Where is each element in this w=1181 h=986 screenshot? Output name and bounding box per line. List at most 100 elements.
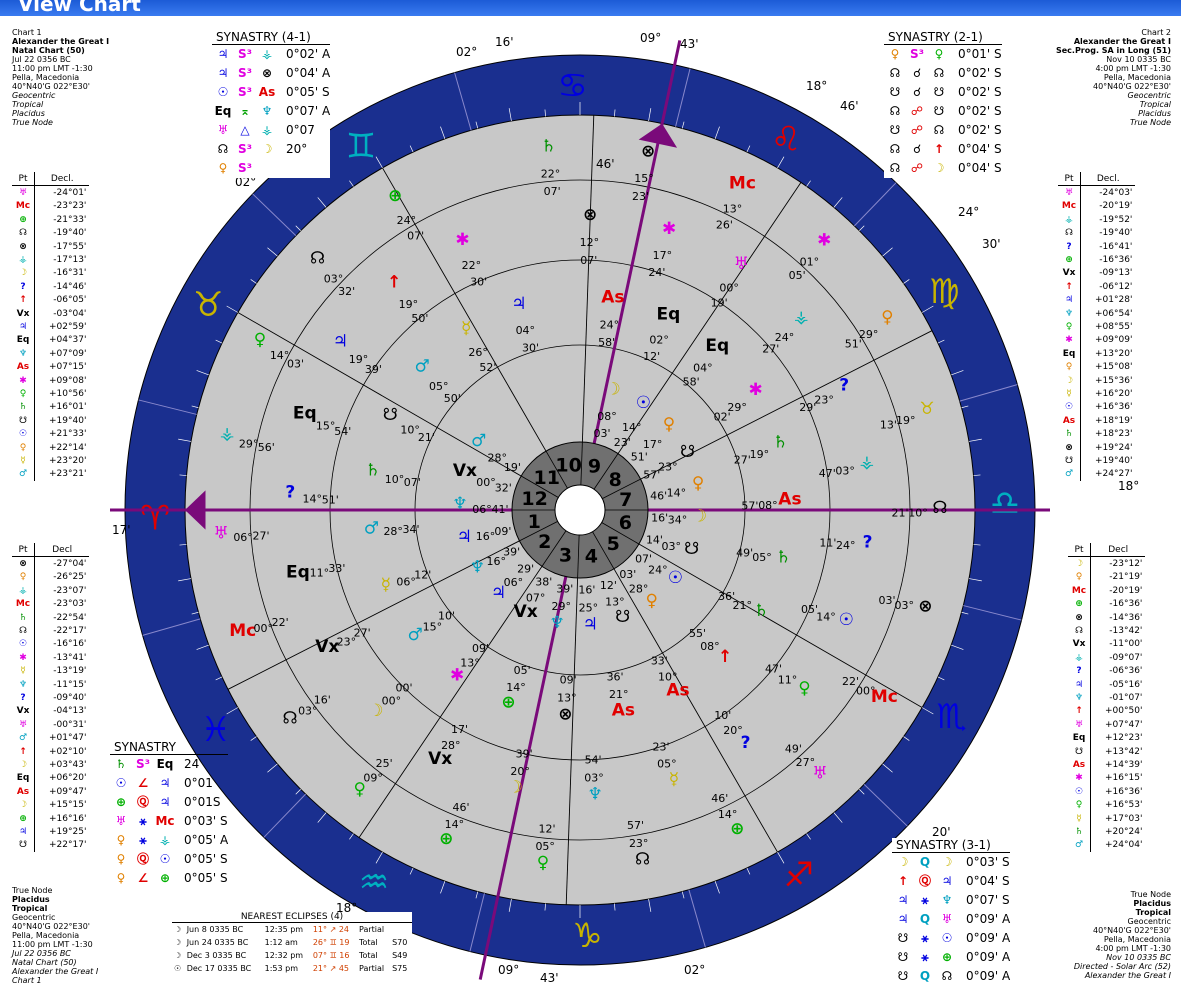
planet-minutes: 05' [789,269,806,282]
planet-glyph: ☋ [897,931,909,945]
planet-glyph: Vx [453,461,477,481]
planet-glyph: ☋ [933,104,945,118]
planet-degree: 05° [752,551,772,564]
planet-minutes: 03' [619,568,636,581]
planet-minutes: 16' [314,694,331,707]
planet-degree: 26° [468,346,488,359]
planet-glyph: ☽ [508,778,523,798]
planet-glyph: ⊕ [941,950,953,964]
planet-minutes: 07' [580,254,597,267]
planet-degree: 13° [723,202,743,215]
orb-value: 0°02' S [958,85,1002,99]
planet-glyph: ↑ [933,142,945,156]
planet-glyph: ♅ [734,254,749,274]
planet-degree: 14° [506,681,526,694]
zodiac-sign-glyph: ♉ [193,285,223,325]
eclipse-saros: S70 [392,938,408,947]
planet-glyph: ♉ [919,399,934,419]
planet-degree: 14° [816,610,836,623]
planet-glyph: ♄ [754,601,769,621]
eclipse-type: Total [358,938,378,947]
planet-degree: 02° [649,333,669,346]
aspect-glyph: S³ [910,47,924,61]
planet-degree: 14° [718,808,738,821]
planet-glyph: ☊ [889,161,901,175]
planet-minutes: 49' [785,742,802,755]
orb-value: 0°09' A [966,969,1011,983]
planet-degree: 17° [653,249,673,262]
cusp-degree-label: 24° [958,205,979,219]
planet-glyph: ☽ [941,855,953,869]
planet-degree: 13° [460,656,480,669]
planet-minutes: 27' [252,529,269,542]
planet-glyph: ☉ [941,931,953,945]
planet-glyph: ☽ [897,855,909,869]
aspect-glyph: Q [919,969,931,983]
eclipse-glyph: ☽ [174,925,182,934]
planet-glyph: ⊕ [388,186,402,206]
house-number: 12 [521,488,547,510]
cusp-degree-label: 43' [680,37,699,51]
planet-degree: 13° [557,692,577,705]
aspect-glyph: ☌ [912,85,922,99]
planet-degree: 22° [462,259,482,272]
planet-minutes: 05' [801,603,818,616]
eclipse-type: Partial [358,964,385,973]
planet-glyph: ⚶ [860,452,874,472]
planet-glyph: ✱ [662,219,676,239]
planet-minutes: 13' [880,419,897,432]
planet-glyph: ☋ [684,539,699,559]
orb-value: 0°01 [184,776,213,790]
synastry-row: ♀ S³ ♀ 0°01' S [884,45,1002,64]
planet-minutes: 49' [736,546,753,559]
aspect-glyph: ⚹ [921,931,929,945]
planet-glyph: ☊ [941,969,953,983]
synastry-table-2-1: SYNASTRY (2-1) ♀ S³ ♀ 0°01' S ☊ ☌ ☊ 0°02' S ☋ ☌ ☋ 0°… [884,30,1002,178]
planet-glyph: Mc [729,174,756,194]
planet-degree: 05° [535,840,555,853]
planet-degree: 21° [732,599,752,612]
planet-minutes: 07' [404,476,421,489]
aspect-glyph: S³ [238,47,252,61]
planet-minutes: 34' [403,523,420,536]
planet-glyph: ⚶ [794,308,808,328]
planet-minutes: 51' [845,337,862,350]
planet-glyph: ⊕ [115,795,127,809]
planet-minutes: 36' [718,590,735,603]
eclipse-row: ☽ Dec 3 0335 BC 12:32 pm 07° ♊ 16 Total S49 [172,949,412,962]
synastry-row: ♀ ⚹ ⚶ 0°05' A [110,831,229,850]
orb-value: 0°03' S [966,855,1010,869]
planet-glyph: ⊗ [641,142,655,162]
synastry-row: ☊ ☌ ↑ 0°04' S [884,140,1002,159]
planet-minutes: 50' [444,392,461,405]
planet-minutes: 11' [819,536,836,549]
aspect-glyph: ∠ [137,776,149,790]
planet-glyph: ↑ [897,874,909,888]
planet-degree: 24° [397,214,417,227]
zodiac-sign-glyph: ♐ [784,855,814,895]
planet-minutes: 55' [689,627,706,640]
planet-glyph: ♃ [159,795,171,809]
planet-degree: 19° [399,298,419,311]
chart-center [554,484,606,536]
planet-minutes: 22' [842,675,859,688]
planet-glyph: ♄ [773,432,788,452]
eclipse-saros: S75 [392,964,408,973]
planet-glyph: ? [839,375,849,395]
planet-degree: 20° [510,765,530,778]
planet-glyph: ☉ [636,393,651,413]
orb-value: 0°02' A [286,47,331,61]
planet-glyph: ☿ [669,769,679,789]
planet-minutes: 07' [407,229,424,242]
eclipse-row: ☽ Jun 24 0335 BC 1:12 am 26° ♊ 19 Total S70 [172,936,412,949]
eclipse-type: Partial [358,925,385,934]
planet-minutes: 29' [517,563,534,576]
planet-glyph: ♀ [934,47,944,61]
cusp-degree-label: 09° [640,31,661,45]
eclipse-row: ☉ Dec 17 0335 BC 1:53 pm 21° ↗ 45 Partial S75 [172,962,412,975]
synastry-row: ☉ S³ As 0°05' S [212,83,330,102]
eclipse-type: Total [358,951,378,960]
house-number: 8 [609,469,622,491]
planet-minutes: 47' [819,467,836,480]
cusp-degree-label: 02° [684,963,705,977]
